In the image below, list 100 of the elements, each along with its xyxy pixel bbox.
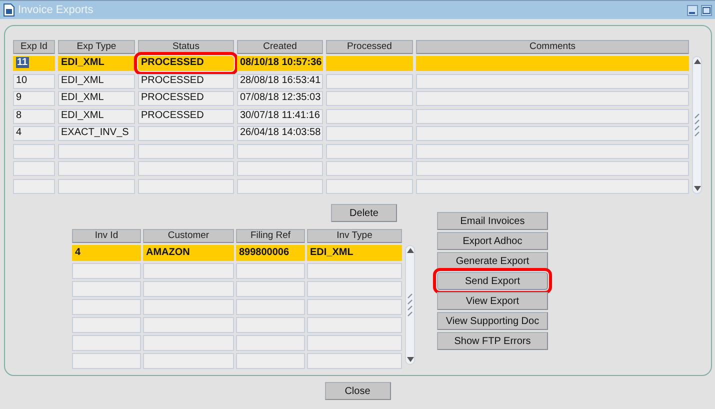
table-cell[interactable] [143, 263, 234, 279]
delete-button[interactable]: Delete [331, 204, 397, 222]
table-cell[interactable] [143, 299, 234, 315]
table-cell[interactable]: 07/08/18 12:35:03 [237, 91, 323, 106]
table-cell[interactable] [326, 178, 413, 194]
table-cell[interactable]: 4 [72, 245, 141, 261]
table-cell[interactable] [307, 317, 402, 333]
column-header[interactable]: Comments [416, 40, 689, 54]
table-cell[interactable] [416, 56, 689, 72]
table-cell[interactable] [307, 353, 402, 369]
table-cell[interactable] [13, 161, 55, 176]
table-cell[interactable] [72, 335, 141, 351]
action-button[interactable]: Export Adhoc [437, 232, 548, 250]
scroll-down-icon[interactable] [406, 357, 414, 362]
close-button[interactable]: Close [324, 382, 390, 400]
table-cell[interactable] [138, 178, 234, 194]
table-cell[interactable]: EDI_XML [307, 245, 402, 261]
table-cell[interactable] [236, 353, 305, 369]
column-header[interactable]: Created [237, 40, 323, 54]
action-button[interactable]: View Supporting Doc [437, 312, 548, 330]
table-cell[interactable] [326, 126, 413, 142]
table-cell[interactable]: PROCESSED [138, 91, 234, 106]
table-cell[interactable] [138, 144, 234, 159]
column-header[interactable]: Customer [143, 229, 234, 243]
table-cell[interactable]: 28/08/18 16:53:41 [237, 74, 323, 89]
column-header[interactable]: Inv Id [72, 229, 141, 243]
table-cell[interactable] [236, 317, 305, 333]
table-cell[interactable]: 4 [13, 126, 55, 142]
table-cell[interactable]: EDI_XML [58, 56, 135, 72]
table-cell[interactable] [143, 281, 234, 297]
table-cell[interactable] [326, 56, 413, 72]
table-cell[interactable] [416, 161, 689, 176]
table-cell[interactable] [72, 353, 141, 369]
table-cell[interactable] [72, 281, 141, 297]
table-cell[interactable] [58, 161, 135, 176]
table-cell[interactable] [13, 178, 55, 194]
table-cell[interactable]: 9 [13, 91, 55, 106]
table-cell[interactable]: 08/10/18 10:57:36 [237, 56, 323, 72]
table-cell[interactable]: 11 [13, 56, 55, 72]
table-cell[interactable] [72, 263, 141, 279]
table-cell[interactable] [13, 144, 55, 159]
table-cell[interactable] [236, 281, 305, 297]
table-cell[interactable]: 30/07/18 11:41:16 [237, 108, 323, 124]
document-icon [3, 3, 15, 17]
table-cell[interactable]: 10 [13, 74, 55, 89]
table-cell[interactable]: EDI_XML [58, 108, 135, 124]
table-cell[interactable] [307, 335, 402, 351]
table-cell[interactable] [72, 317, 141, 333]
table-cell[interactable] [416, 74, 689, 89]
table-cell[interactable] [236, 335, 305, 351]
table-cell[interactable] [326, 74, 413, 89]
table-cell[interactable] [143, 317, 234, 333]
table-cell[interactable]: PROCESSED [138, 108, 234, 124]
table-cell[interactable] [72, 299, 141, 315]
action-button[interactable]: Show FTP Errors [437, 332, 548, 350]
table-cell[interactable] [307, 263, 402, 279]
table-cell[interactable] [58, 178, 135, 194]
table-cell[interactable] [326, 144, 413, 159]
table-cell[interactable] [58, 144, 135, 159]
table-cell[interactable] [326, 108, 413, 124]
table-cell[interactable] [138, 126, 234, 142]
table-cell[interactable] [416, 144, 689, 159]
table-cell[interactable] [237, 161, 323, 176]
table-cell[interactable] [143, 353, 234, 369]
table-cell[interactable] [416, 126, 689, 142]
scrollbar[interactable] [692, 56, 702, 194]
table-cell[interactable] [138, 161, 234, 176]
table-cell[interactable] [237, 178, 323, 194]
action-button[interactable]: Email Invoices [437, 212, 548, 230]
table-cell[interactable]: PROCESSED [138, 74, 234, 89]
table-cell[interactable] [236, 299, 305, 315]
table-cell[interactable]: EDI_XML [58, 74, 135, 89]
minimize-icon[interactable] [687, 4, 698, 16]
table-cell[interactable] [326, 161, 413, 176]
column-header[interactable]: Exp Type [58, 40, 135, 54]
action-button[interactable]: View Export [437, 292, 548, 310]
table-cell[interactable] [416, 91, 689, 106]
table-cell[interactable] [326, 91, 413, 106]
table-cell[interactable]: AMAZON [143, 245, 234, 261]
maximize-icon[interactable] [701, 4, 712, 16]
table-cell[interactable]: 899800006 [236, 245, 305, 261]
column-header[interactable]: Filing Ref [236, 229, 305, 243]
table-cell[interactable]: 8 [13, 108, 55, 124]
column-header[interactable]: Exp Id [13, 40, 55, 54]
column-header[interactable]: Inv Type [307, 229, 402, 243]
table-cell[interactable]: 26/04/18 14:03:58 [237, 126, 323, 142]
table-cell[interactable] [416, 178, 689, 194]
table-cell[interactable]: EXACT_INV_S [58, 126, 135, 142]
scroll-up-icon[interactable] [406, 248, 414, 253]
table-cell[interactable] [416, 108, 689, 124]
table-cell[interactable]: EDI_XML [58, 91, 135, 106]
table-cell[interactable] [143, 335, 234, 351]
column-header[interactable]: Processed [326, 40, 413, 54]
scroll-down-icon[interactable] [694, 186, 700, 191]
table-cell[interactable] [237, 144, 323, 159]
scrollbar[interactable] [405, 245, 415, 365]
table-cell[interactable] [307, 281, 402, 297]
scroll-up-icon[interactable] [694, 59, 700, 64]
table-cell[interactable] [307, 299, 402, 315]
table-cell[interactable] [236, 263, 305, 279]
